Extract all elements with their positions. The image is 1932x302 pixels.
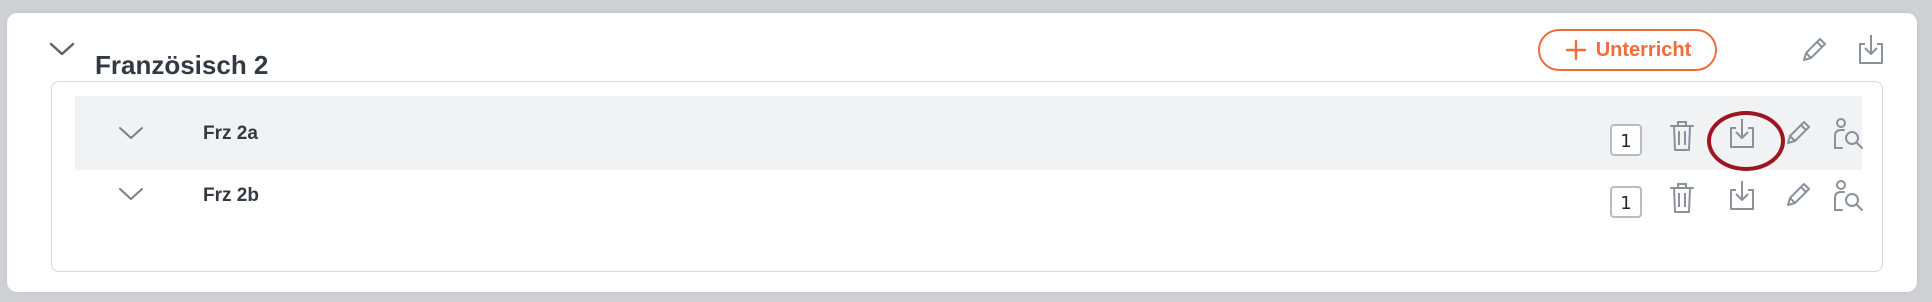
download-icon[interactable] [1725, 116, 1759, 152]
person-search-icon[interactable] [1830, 116, 1866, 152]
class-list: Frz 2a 1 Frz 2b 1 [51, 81, 1883, 272]
count-badge[interactable]: 1 [1610, 124, 1642, 156]
add-lesson-label: Unterricht [1595, 38, 1692, 61]
person-search-icon[interactable] [1830, 178, 1866, 214]
course-card: Französisch 2 Unterricht Frz 2a 1 Frz 2b… [7, 13, 1917, 292]
add-lesson-button[interactable]: Unterricht [1538, 29, 1717, 71]
download-icon[interactable] [1725, 178, 1759, 214]
download-icon[interactable] [1854, 32, 1888, 68]
edit-pencil-icon[interactable] [1797, 33, 1831, 67]
class-name: Frz 2a [203, 123, 258, 144]
group-title: Französisch 2 [95, 50, 269, 80]
edit-pencil-icon[interactable] [1781, 116, 1815, 150]
table-row: Frz 2b 1 [75, 170, 1863, 244]
table-row: Frz 2a 1 [75, 96, 1863, 170]
class-name: Frz 2b [203, 185, 259, 206]
chevron-down-icon[interactable] [118, 125, 144, 141]
trash-icon[interactable] [1667, 181, 1697, 215]
trash-icon[interactable] [1667, 119, 1697, 153]
edit-pencil-icon[interactable] [1781, 178, 1815, 212]
plus-icon [1564, 38, 1588, 62]
count-badge[interactable]: 1 [1610, 186, 1642, 218]
chevron-down-icon[interactable] [49, 41, 75, 57]
chevron-down-icon[interactable] [118, 186, 144, 202]
